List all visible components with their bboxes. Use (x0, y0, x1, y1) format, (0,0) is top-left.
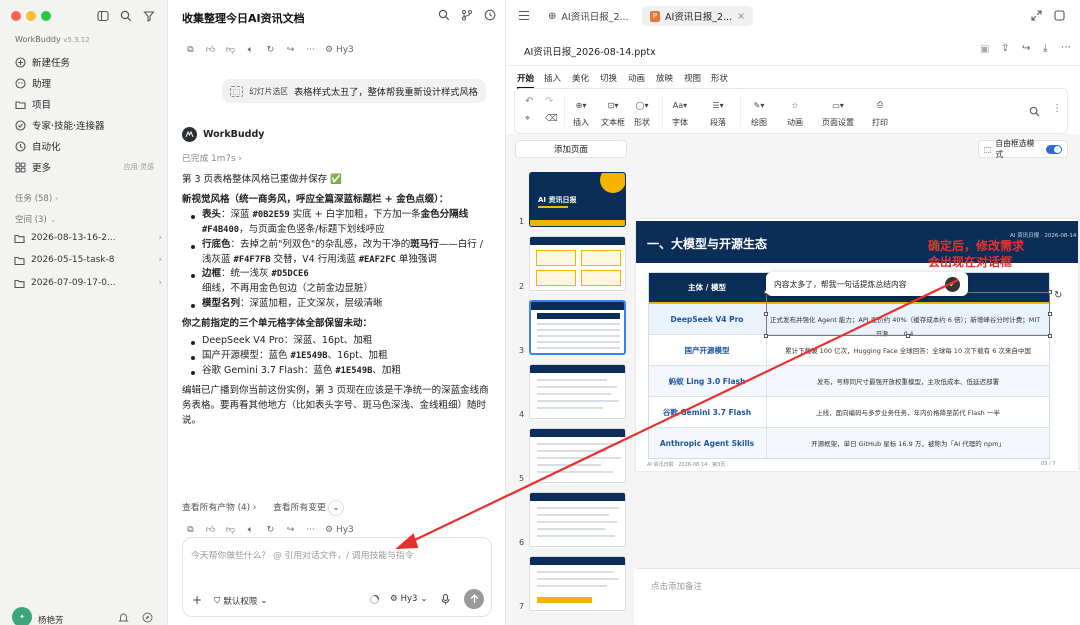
divider (636, 568, 1080, 569)
annotation-arrow (395, 279, 959, 550)
notes-placeholder[interactable]: 点击添加备注 (651, 580, 702, 592)
